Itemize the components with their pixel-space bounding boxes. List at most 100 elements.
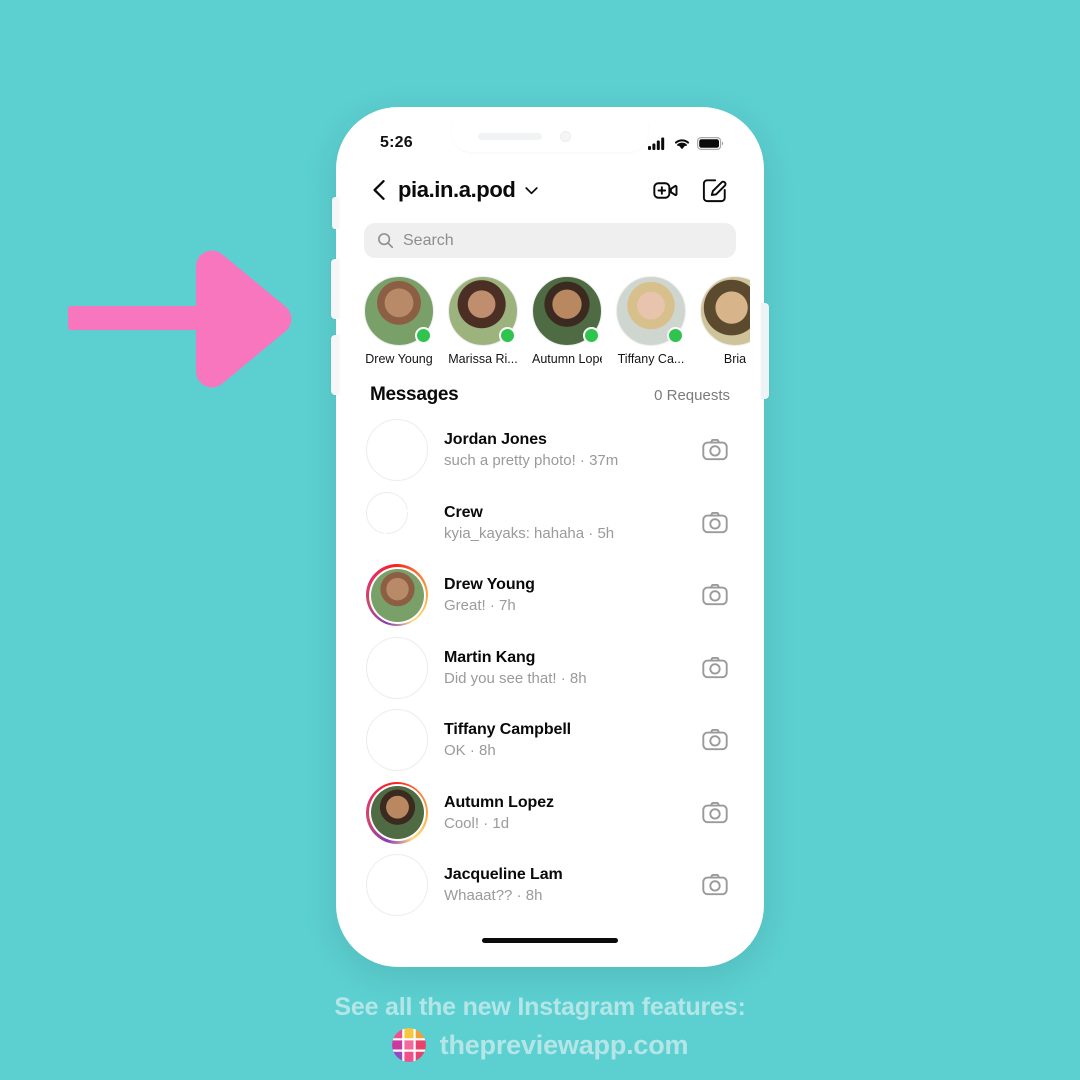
preview-text: Cool! — [444, 814, 480, 832]
timestamp: 8h — [525, 887, 543, 905]
promo-footer: See all the new Instagram features: thep… — [0, 993, 1080, 1062]
story-ring — [366, 781, 428, 844]
front-camera-icon — [560, 131, 571, 142]
camera-icon[interactable] — [702, 655, 728, 681]
camera-icon[interactable] — [702, 510, 728, 536]
avatar[interactable] — [366, 419, 428, 482]
avatar[interactable] — [366, 709, 428, 772]
account-name: pia.in.a.pod — [398, 177, 516, 202]
cellular-signal-icon — [648, 137, 665, 150]
power-button[interactable] — [761, 303, 769, 399]
account-switcher[interactable]: pia.in.a.pod — [398, 177, 652, 203]
preview-text: OK — [444, 742, 466, 760]
story-item[interactable]: Marissa Ri... — [448, 276, 518, 366]
table-row[interactable]: Tiffany Campbell OK · 8h — [350, 704, 750, 777]
group-avatar — [366, 491, 428, 554]
silence-switch[interactable] — [332, 197, 339, 229]
table-row[interactable]: Jacqueline Lam Whaaat?? · 8h — [350, 849, 750, 922]
online-status-dot — [415, 327, 432, 344]
separator: · — [469, 742, 480, 760]
preview-text: Great! — [444, 597, 486, 615]
timestamp: 5h — [597, 524, 615, 542]
avatar[interactable] — [366, 854, 428, 917]
table-row[interactable]: Jordan Jones such a pretty photo! · 37m — [350, 414, 750, 487]
preview-text: kyia_kayaks: hahaha — [444, 524, 585, 542]
volume-up-button[interactable] — [331, 259, 339, 319]
table-row[interactable]: Crew kyia_kayaks: hahaha · 5h — [350, 487, 750, 560]
profile-photo — [370, 568, 424, 622]
avatar[interactable] — [366, 781, 428, 844]
conversation-name: Jacqueline Lam — [444, 866, 563, 884]
avatar[interactable] — [532, 276, 602, 346]
conversation-name: Drew Young — [444, 576, 535, 594]
avatar[interactable] — [448, 276, 518, 346]
preview-text: such a pretty photo! — [444, 452, 576, 470]
compose-message-icon[interactable] — [701, 177, 728, 204]
story-item[interactable]: Drew Young — [364, 276, 434, 366]
search-input[interactable]: Search — [403, 232, 454, 250]
online-status-dot — [499, 327, 516, 344]
camera-icon[interactable] — [702, 872, 728, 898]
story-item[interactable]: Bria — [700, 276, 750, 366]
timestamp: 8h — [569, 669, 587, 687]
notch — [452, 121, 648, 152]
message-requests-link[interactable]: 0 Requests — [654, 387, 730, 404]
battery-full-icon — [697, 137, 724, 150]
messages-section-header: Messages 0 Requests — [350, 376, 750, 412]
camera-icon[interactable] — [702, 582, 728, 608]
home-indicator[interactable] — [482, 938, 618, 943]
avatar[interactable] — [364, 276, 434, 346]
wifi-icon — [674, 139, 690, 150]
table-row[interactable]: Autumn Lopez Cool! · 1d — [350, 777, 750, 850]
conversation-name: Martin Kang — [444, 648, 536, 666]
conversation-preview: Whaaat?? · 8h — [444, 887, 702, 904]
separator: · — [483, 814, 493, 832]
avatar[interactable] — [700, 276, 750, 346]
search-icon — [378, 233, 394, 249]
online-status-dot — [583, 327, 600, 344]
table-row[interactable]: Drew Young Great! · 7h — [350, 559, 750, 632]
story-name: Tiffany Ca... — [617, 352, 685, 366]
story-name: Drew Young — [365, 352, 433, 366]
video-call-plus-icon[interactable] — [652, 177, 679, 204]
profile-photo — [370, 786, 424, 840]
story-name: Autumn Lopez — [532, 352, 602, 366]
story-name: Bria — [723, 352, 747, 366]
table-row[interactable]: Martin Kang Did you see that! · 8h — [350, 632, 750, 705]
camera-icon[interactable] — [702, 437, 728, 463]
conversation-preview: kyia_kayaks: hahaha · 5h — [444, 525, 702, 542]
story-item[interactable]: Tiffany Ca... — [616, 276, 686, 366]
app-header: pia.in.a.pod — [350, 163, 750, 215]
story-photo — [700, 276, 750, 346]
conversation-list[interactable]: Jordan Jones such a pretty photo! · 37m — [350, 412, 750, 922]
camera-icon[interactable] — [702, 727, 728, 753]
conversation-name: Autumn Lopez — [444, 793, 554, 811]
volume-down-button[interactable] — [331, 335, 339, 395]
chevron-down-icon — [525, 186, 539, 194]
preview-app-logo-icon — [391, 1028, 426, 1062]
separator: · — [516, 887, 526, 905]
avatar[interactable] — [616, 276, 686, 346]
stories-tray[interactable]: Drew Young Marissa Ri... Autumn Lopez — [350, 262, 750, 376]
status-time: 5:26 — [380, 134, 413, 151]
pointer-arrow — [68, 250, 292, 388]
promo-url[interactable]: thepreviewapp.com — [440, 1030, 689, 1061]
chevron-left-icon[interactable] — [368, 178, 392, 202]
earpiece-speaker — [478, 133, 542, 140]
conversation-name: Crew — [444, 503, 483, 521]
preview-text: Whaaat?? — [444, 887, 513, 905]
online-status-dot — [667, 327, 684, 344]
camera-icon[interactable] — [702, 800, 728, 826]
avatar[interactable] — [366, 564, 428, 627]
preview-text: Did you see that! — [444, 669, 557, 687]
avatar[interactable] — [366, 491, 428, 554]
separator: · — [560, 669, 570, 687]
timestamp: 7h — [499, 597, 516, 615]
timestamp: 8h — [479, 742, 496, 760]
phone-screen: 5:26 pia.in.a.pod Search Drew Young Mari… — [350, 121, 750, 953]
story-name: Marissa Ri... — [448, 352, 518, 366]
timestamp: 37m — [589, 452, 619, 470]
story-item[interactable]: Autumn Lopez — [532, 276, 602, 366]
search-bar[interactable]: Search — [364, 223, 736, 258]
avatar[interactable] — [366, 636, 428, 699]
